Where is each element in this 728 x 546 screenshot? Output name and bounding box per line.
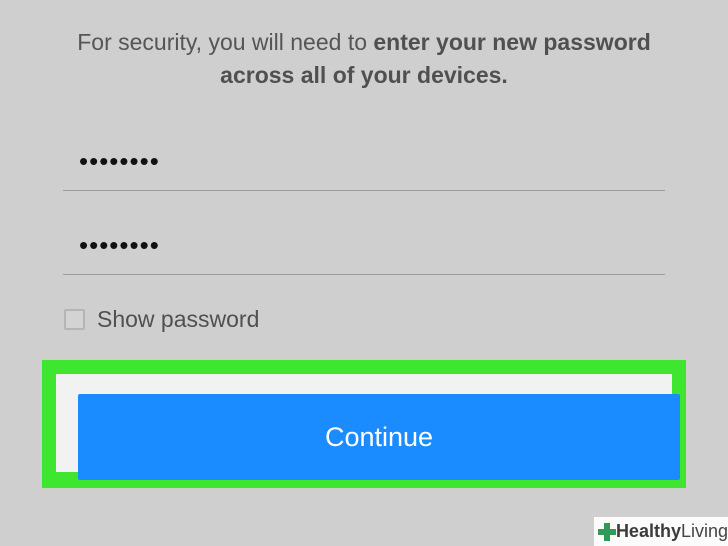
- plus-icon: [598, 522, 616, 541]
- show-password-label: Show password: [97, 305, 260, 332]
- show-password-checkbox[interactable]: [64, 308, 85, 330]
- new-password-value: ••••••••: [79, 146, 160, 176]
- watermark: HealthyLiving: [594, 517, 728, 546]
- highlight-frame: Continue: [42, 360, 686, 488]
- security-message-text: For security, you will need to: [77, 29, 374, 55]
- continue-button-label: Continue: [324, 421, 434, 452]
- new-password-field[interactable]: ••••••••: [63, 140, 665, 191]
- confirm-password-field[interactable]: ••••••••: [63, 224, 665, 275]
- watermark-text-bold: Healthy: [615, 521, 681, 541]
- watermark-text-rest: Living: [680, 521, 728, 541]
- show-password-toggle[interactable]: Show password: [64, 304, 259, 334]
- watermark-text: HealthyLiving: [616, 521, 728, 542]
- highlight-inner: Continue: [56, 374, 680, 480]
- security-message: For security, you will need to enter you…: [60, 26, 668, 92]
- confirm-password-value: ••••••••: [79, 230, 160, 260]
- continue-button[interactable]: Continue: [78, 394, 680, 480]
